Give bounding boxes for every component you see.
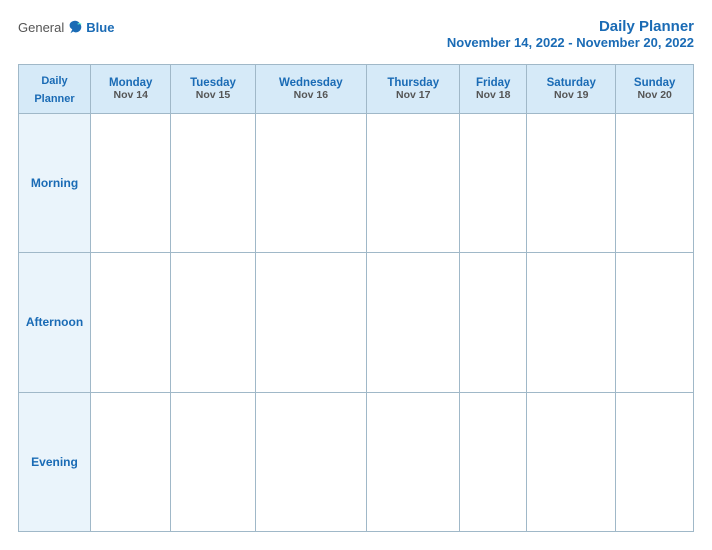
afternoon-label: Afternoon: [19, 253, 91, 392]
planner-title: Daily Planner: [447, 18, 694, 35]
friday-name: Friday: [464, 77, 522, 89]
afternoon-wednesday[interactable]: [255, 253, 367, 392]
col-header-sunday: Sunday Nov 20: [616, 65, 694, 114]
evening-row: Evening: [19, 392, 694, 531]
logo-area: General Blue: [18, 18, 114, 36]
afternoon-row: Afternoon: [19, 253, 694, 392]
afternoon-monday[interactable]: [91, 253, 171, 392]
wednesday-name: Wednesday: [260, 77, 363, 89]
col-header-thursday: Thursday Nov 17: [367, 65, 460, 114]
logo-bird-icon: [66, 18, 84, 36]
page: General Blue Daily Planner November 14, …: [0, 0, 712, 550]
sunday-date: Nov 20: [620, 89, 689, 101]
evening-sunday[interactable]: [616, 392, 694, 531]
afternoon-thursday[interactable]: [367, 253, 460, 392]
col-header-friday: Friday Nov 18: [460, 65, 527, 114]
monday-name: Monday: [95, 77, 166, 89]
monday-date: Nov 14: [95, 89, 166, 101]
logo-general-text: General: [18, 20, 64, 35]
afternoon-friday[interactable]: [460, 253, 527, 392]
afternoon-tuesday[interactable]: [171, 253, 255, 392]
afternoon-sunday[interactable]: [616, 253, 694, 392]
morning-wednesday[interactable]: [255, 114, 367, 253]
morning-monday[interactable]: [91, 114, 171, 253]
tuesday-date: Nov 15: [175, 89, 250, 101]
logo-blue-text: Blue: [86, 20, 114, 35]
header: General Blue Daily Planner November 14, …: [18, 18, 694, 50]
header-row: Daily Planner Monday Nov 14 Tuesday Nov …: [19, 65, 694, 114]
col-header-wednesday: Wednesday Nov 16: [255, 65, 367, 114]
evening-friday[interactable]: [460, 392, 527, 531]
daily-planner-header-text2: Planner: [34, 93, 74, 105]
thursday-date: Nov 17: [371, 89, 455, 101]
col-header-monday: Monday Nov 14: [91, 65, 171, 114]
friday-date: Nov 18: [464, 89, 522, 101]
saturday-name: Saturday: [531, 77, 611, 89]
morning-friday[interactable]: [460, 114, 527, 253]
wednesday-date: Nov 16: [260, 89, 363, 101]
morning-thursday[interactable]: [367, 114, 460, 253]
evening-saturday[interactable]: [527, 392, 616, 531]
evening-thursday[interactable]: [367, 392, 460, 531]
morning-saturday[interactable]: [527, 114, 616, 253]
morning-sunday[interactable]: [616, 114, 694, 253]
sunday-name: Sunday: [620, 77, 689, 89]
thursday-name: Thursday: [371, 77, 455, 89]
calendar-table: Daily Planner Monday Nov 14 Tuesday Nov …: [18, 64, 694, 532]
col-header-saturday: Saturday Nov 19: [527, 65, 616, 114]
evening-label: Evening: [19, 392, 91, 531]
afternoon-saturday[interactable]: [527, 253, 616, 392]
daily-planner-header-text: Daily: [41, 75, 67, 87]
saturday-date: Nov 19: [531, 89, 611, 101]
tuesday-name: Tuesday: [175, 77, 250, 89]
logo-text: General Blue: [18, 18, 114, 36]
date-range: November 14, 2022 - November 20, 2022: [447, 35, 694, 50]
title-area: Daily Planner November 14, 2022 - Novemb…: [447, 18, 694, 50]
evening-monday[interactable]: [91, 392, 171, 531]
morning-tuesday[interactable]: [171, 114, 255, 253]
morning-row: Morning: [19, 114, 694, 253]
morning-label: Morning: [19, 114, 91, 253]
col-header-tuesday: Tuesday Nov 15: [171, 65, 255, 114]
evening-tuesday[interactable]: [171, 392, 255, 531]
evening-wednesday[interactable]: [255, 392, 367, 531]
col-header-daily-planner: Daily Planner: [19, 65, 91, 114]
